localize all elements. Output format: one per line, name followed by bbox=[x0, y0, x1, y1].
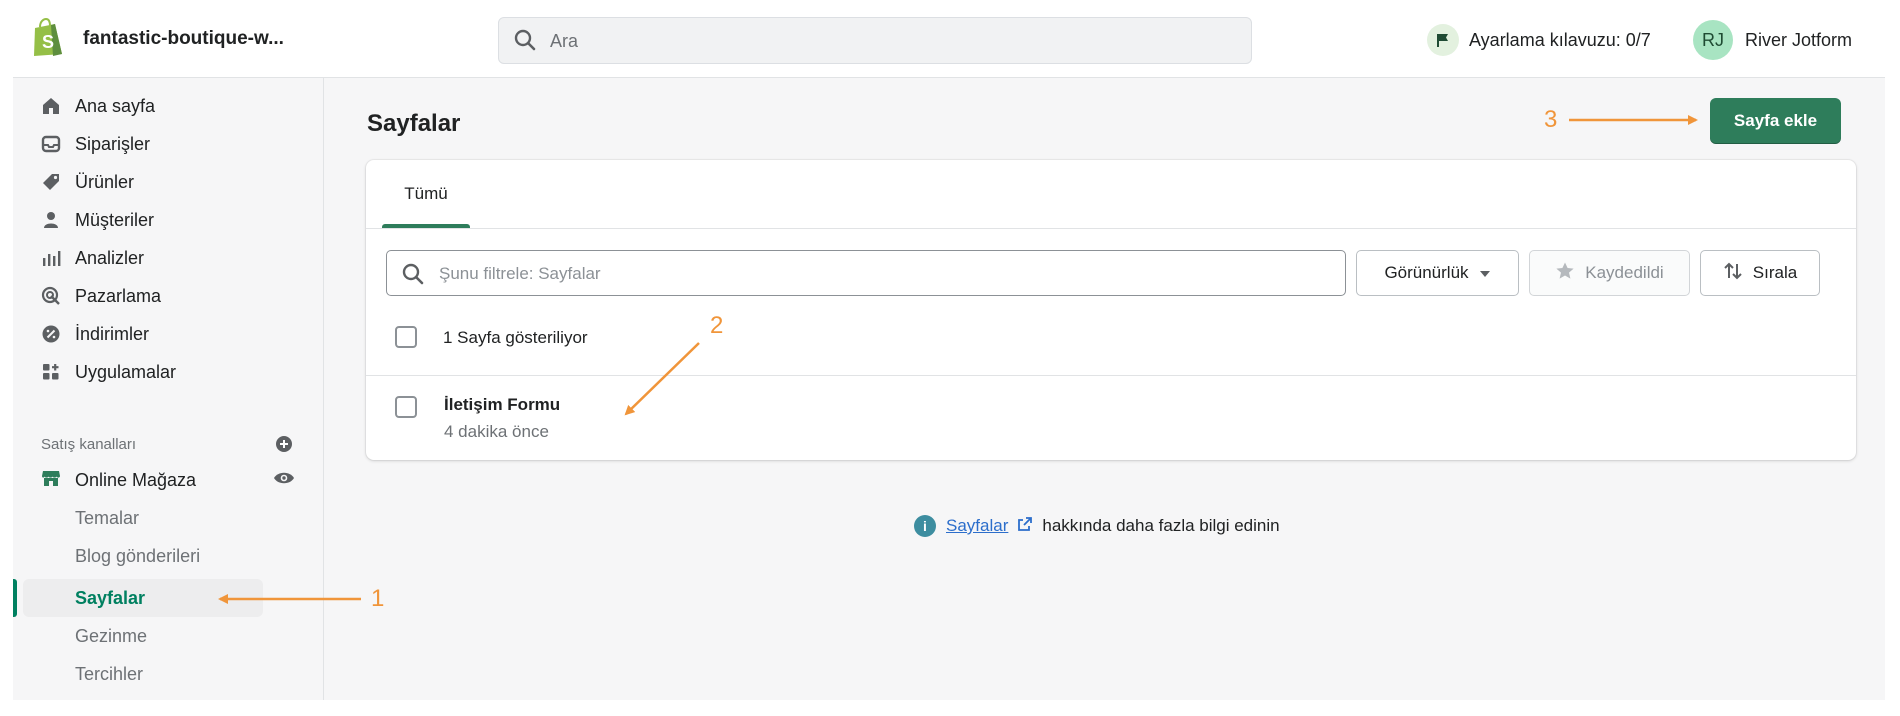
annotation-arrows bbox=[218, 115, 1698, 604]
annotation-arrow-2 bbox=[624, 342, 700, 416]
annotation-number-2: 2 bbox=[710, 312, 724, 339]
annotation-number-3: 3 bbox=[1544, 106, 1558, 133]
app-frame: S fantastic-boutique-w... Ara Ayarlama k… bbox=[13, 0, 1885, 700]
annotation-number-1: 1 bbox=[371, 585, 385, 612]
